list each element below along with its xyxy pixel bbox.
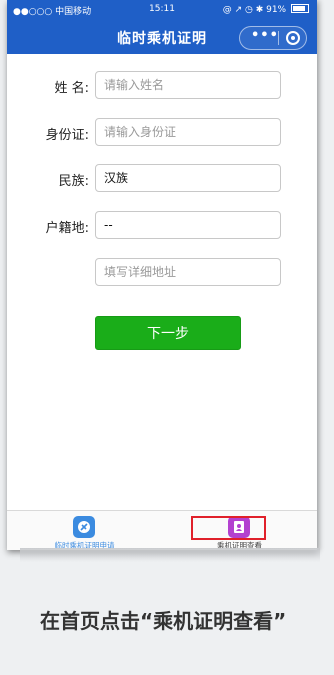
tab-apply[interactable]: 临时乘机证明申请 xyxy=(7,511,162,550)
name-label: 姓 名: xyxy=(54,81,89,96)
capsule-divider xyxy=(278,31,279,45)
ethnic-select[interactable]: 汉族 xyxy=(95,164,281,192)
status-icons: @ ↗ ◷ ✱ xyxy=(222,5,267,15)
instruction-caption: 在首页点击“乘机证明查看” xyxy=(40,609,287,633)
status-bar: ●●○○○ 中国移动 15:11 @ ↗ ◷ ✱ 91% xyxy=(7,0,317,20)
ethnic-label: 民族: xyxy=(58,174,89,189)
airplane-icon xyxy=(73,516,95,538)
battery-percent: 91% xyxy=(266,5,287,15)
id-input[interactable]: 请输入身份证 xyxy=(95,118,281,146)
name-input[interactable]: 请输入姓名 xyxy=(95,71,281,99)
highlight-box xyxy=(191,516,266,540)
address-input[interactable]: 填写详细地址 xyxy=(95,258,281,286)
phone-shadow xyxy=(20,548,320,562)
next-step-button[interactable]: 下一步 xyxy=(95,316,241,350)
target-circle-icon[interactable] xyxy=(286,31,300,45)
status-right: @ ↗ ◷ ✱ 91% xyxy=(223,4,309,15)
nav-bar: 临时乘机证明 ••• xyxy=(7,20,317,54)
phone-screen: ●●○○○ 中国移动 15:11 @ ↗ ◷ ✱ 91% 临时乘机证明 ••• … xyxy=(7,0,317,550)
domicile-select[interactable]: -- xyxy=(95,211,281,239)
id-label: 身份证: xyxy=(45,128,89,143)
domicile-label: 户籍地: xyxy=(45,221,89,236)
tab-bar: 临时乘机证明申请 乘机证明查看 xyxy=(7,510,317,550)
ellipsis-icon[interactable]: ••• xyxy=(251,28,279,43)
miniprogram-capsule: ••• xyxy=(239,26,307,50)
battery-icon xyxy=(291,4,309,13)
